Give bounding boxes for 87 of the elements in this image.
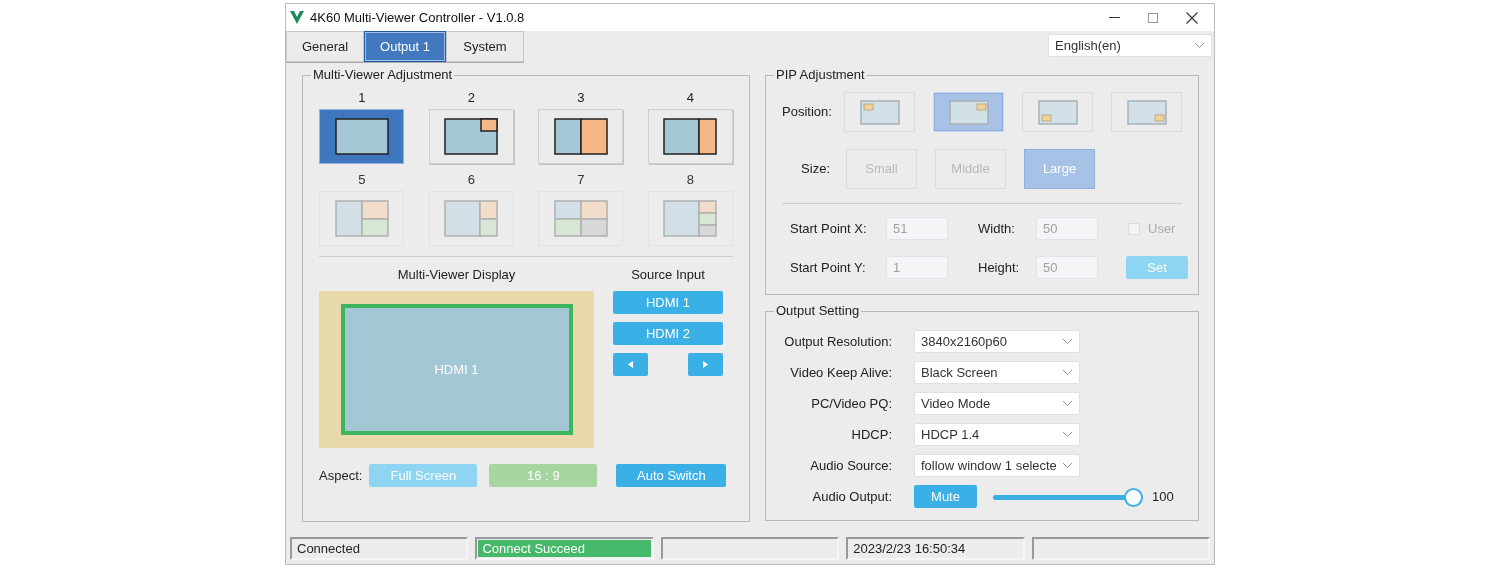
setting-dropdown[interactable]: Video Mode	[914, 392, 1080, 415]
chevron-down-icon	[1062, 369, 1073, 376]
setting-label: Audio Output:	[811, 487, 892, 506]
status-cell: 2023/2/23 16:50:34	[846, 537, 1025, 560]
pip-position-icon	[859, 99, 900, 125]
layout-icon	[334, 200, 389, 237]
window-label: HDMI 1	[434, 360, 479, 379]
aspect-button[interactable]: 16 : 9	[489, 464, 598, 487]
layout-number: 2	[467, 90, 475, 106]
source-title: Source Input	[631, 267, 705, 283]
group-title: Output Setting	[774, 303, 862, 319]
layout-icon	[553, 200, 608, 237]
pip-position-button[interactable]	[933, 92, 1004, 132]
layout-number: 6	[467, 172, 475, 188]
user-label: User	[1148, 219, 1176, 238]
tab[interactable]: Output 1	[364, 31, 446, 62]
tab[interactable]: General	[286, 31, 364, 62]
previous-button[interactable]	[613, 353, 648, 376]
pip-size-button[interactable]: Large	[1024, 149, 1095, 189]
pip-position-button[interactable]	[1111, 92, 1182, 132]
caret-right-icon	[703, 361, 708, 368]
setting-label: Output Resolution:	[783, 332, 892, 351]
volume-reading: 100	[1152, 487, 1174, 506]
layout-button[interactable]	[319, 109, 405, 164]
language-dropdown[interactable]: English(en)	[1048, 34, 1212, 57]
size-label: Size:	[800, 160, 831, 179]
chevron-down-icon	[1194, 42, 1205, 49]
aspect-label: Aspect:	[319, 466, 363, 485]
pip-position-button[interactable]	[844, 92, 915, 132]
layout-button[interactable]	[428, 109, 514, 164]
layout-icon	[663, 200, 718, 237]
layout-icon	[334, 118, 389, 155]
mute-button[interactable]: Mute	[914, 485, 977, 508]
tab[interactable]: System	[446, 31, 524, 62]
layout-number: 3	[577, 90, 585, 106]
display-title: Multi-Viewer Display	[397, 267, 516, 283]
close-icon[interactable]	[1186, 11, 1198, 24]
set-button[interactable]: Set	[1126, 256, 1188, 279]
layout-icon	[663, 118, 718, 155]
display-window[interactable]: HDMI 1	[340, 304, 573, 435]
setting-dropdown[interactable]: Black Screen	[914, 361, 1080, 384]
pip-position-icon	[1126, 99, 1167, 125]
position-label: Position:	[782, 103, 833, 122]
group-title: PIP Adjustment	[774, 67, 867, 83]
app-logo-icon	[290, 11, 304, 24]
group-title: Multi-Viewer Adjustment	[311, 67, 455, 83]
source-button[interactable]: HDMI 1	[613, 291, 723, 314]
setting-label: Audio Source:	[809, 456, 892, 475]
setting-dropdown[interactable]: HDCP 1.4	[914, 423, 1080, 446]
chevron-down-icon	[1062, 400, 1073, 407]
aspect-button[interactable]: Full Screen	[369, 464, 478, 487]
layout-button[interactable]	[538, 109, 624, 164]
layout-icon	[444, 118, 499, 155]
chevron-down-icon	[1062, 431, 1073, 438]
pip-position-icon	[1037, 99, 1078, 125]
status-cell: Connect Succeed	[475, 537, 654, 560]
window-title: 4K60 Multi-Viewer Controller - V1.0.8	[310, 8, 525, 27]
next-button[interactable]	[688, 353, 723, 376]
field-label: Start Point Y:	[790, 258, 867, 277]
minimize-icon[interactable]	[1109, 16, 1120, 19]
pip-position-icon	[948, 99, 989, 125]
layout-number: 5	[358, 172, 366, 188]
auto-switch-button[interactable]: Auto Switch	[616, 464, 727, 487]
layout-number: 4	[686, 90, 694, 106]
status-cell: Connected	[290, 537, 469, 560]
layout-number: 8	[686, 172, 694, 188]
slider-thumb[interactable]	[1124, 487, 1143, 507]
field-label: Width:	[978, 219, 1016, 238]
layout-number: 1	[358, 90, 366, 106]
chevron-down-icon	[1062, 338, 1073, 345]
source-button[interactable]: HDMI 2	[613, 322, 723, 345]
layout-button[interactable]	[647, 109, 733, 164]
setting-label: Video Keep Alive:	[789, 363, 892, 382]
layout-icon	[553, 118, 608, 155]
setting-dropdown[interactable]: follow window 1 selecte	[914, 454, 1080, 477]
setting-label: HDCP:	[850, 425, 892, 444]
field-label: Start Point X:	[790, 219, 868, 238]
volume-slider[interactable]	[993, 486, 1143, 507]
layout-icon	[444, 200, 499, 237]
chevron-down-icon	[1062, 462, 1073, 469]
setting-label: PC/Video PQ:	[810, 394, 892, 413]
layout-number: 7	[577, 172, 585, 188]
setting-dropdown[interactable]: 3840x2160p60	[914, 330, 1080, 353]
pip-position-button[interactable]	[1022, 92, 1093, 132]
caret-left-icon	[628, 361, 633, 368]
maximize-icon[interactable]	[1148, 12, 1158, 23]
field-label: Height:	[978, 258, 1021, 277]
